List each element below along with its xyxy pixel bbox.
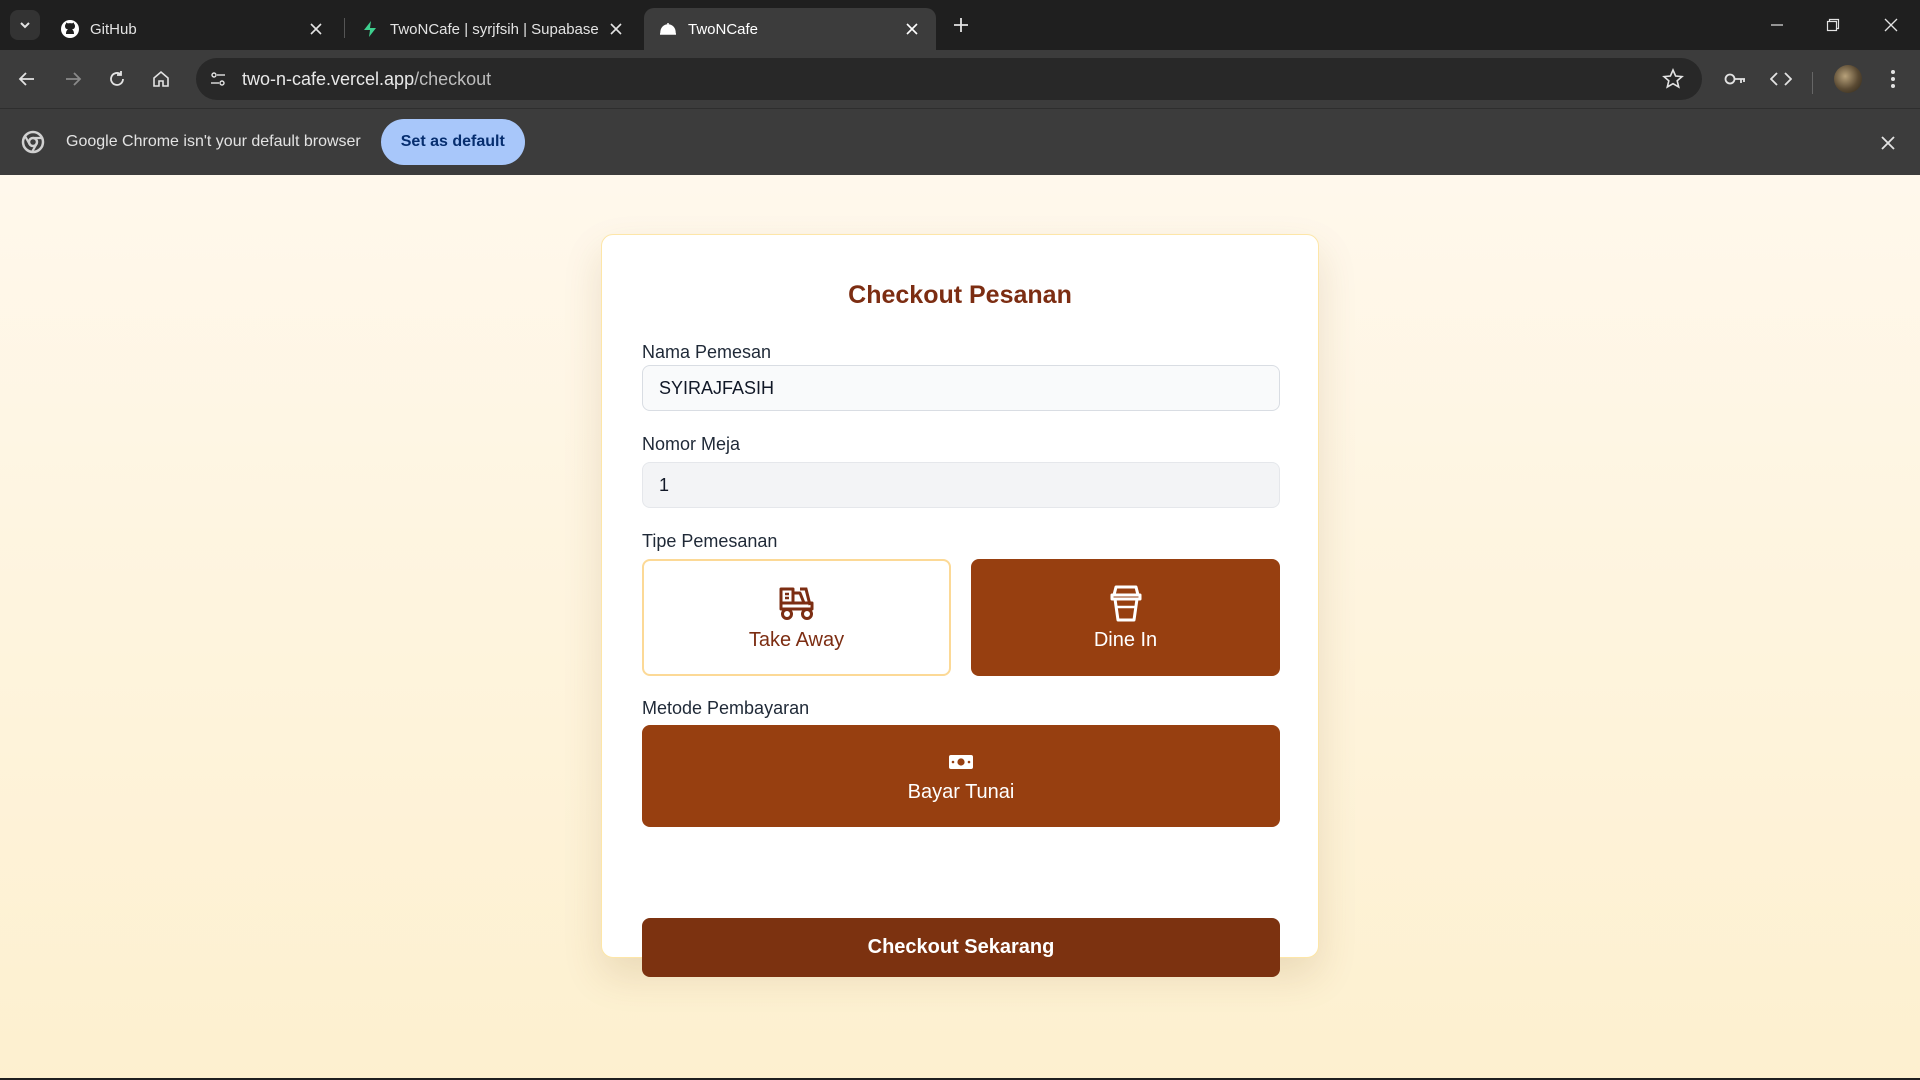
tab-label: TwoNCafe: [688, 20, 759, 38]
tab-strip: GitHub TwoNCafe | syrjfsih | Supabase Tw…: [0, 0, 1920, 50]
cash-icon: [948, 749, 974, 775]
tab-label: TwoNCafe | syrjfsih | Supabase: [390, 20, 599, 38]
bookmark-star-icon[interactable]: [1662, 67, 1684, 95]
new-tab-button[interactable]: [948, 12, 974, 38]
password-manager-button[interactable]: [1720, 64, 1750, 94]
reload-icon: [110, 71, 124, 86]
close-window-button[interactable]: [1876, 10, 1906, 40]
close-icon[interactable]: [606, 19, 626, 39]
profile-avatar[interactable]: [1834, 65, 1862, 93]
chrome-logo-icon: [20, 129, 46, 155]
home-button[interactable]: [146, 64, 176, 94]
forward-button[interactable]: [58, 64, 88, 94]
arrow-left-icon: [18, 72, 34, 86]
checkout-now-button[interactable]: Checkout Sekarang: [642, 918, 1280, 977]
browser-toolbar: two-n-cafe.vercel.app/checkout: [0, 50, 1920, 108]
default-browser-infobar: Google Chrome isn't your default browser…: [0, 108, 1920, 175]
url-path: /checkout: [414, 68, 492, 89]
restore-button[interactable]: [1818, 10, 1848, 40]
reload-button[interactable]: [102, 64, 132, 94]
site-settings-icon[interactable]: [204, 65, 232, 93]
name-input[interactable]: [642, 365, 1280, 411]
url-text: two-n-cafe.vercel.app/checkout: [242, 69, 491, 90]
dine-in-label: Dine In: [1093, 629, 1158, 651]
cloche-icon: [658, 19, 678, 39]
page-title: Checkout Pesanan: [848, 281, 1072, 309]
github-icon: [60, 19, 80, 39]
take-away-label: Take Away: [748, 629, 845, 651]
tab-search-button[interactable]: [10, 10, 40, 40]
toolbar-divider: [1812, 72, 1813, 94]
delivery-scooter-icon: [778, 583, 816, 623]
tab-label: GitHub: [90, 20, 137, 38]
chrome-menu-button[interactable]: [1878, 64, 1908, 94]
close-icon: [1884, 18, 1898, 32]
page-background: Checkout Pesanan Nama Pemesan Nomor Meja…: [0, 175, 1920, 1080]
payment-method-label: Metode Pembayaran: [642, 698, 810, 718]
tab-twoncafe[interactable]: TwoNCafe: [644, 8, 936, 50]
cash-payment-label: Bayar Tunai: [907, 780, 1015, 803]
arrow-right-icon: [66, 72, 82, 86]
more-vert-icon: [1891, 70, 1895, 88]
close-icon[interactable]: [306, 19, 326, 39]
tab-github[interactable]: GitHub: [46, 8, 340, 50]
plus-icon: [954, 18, 968, 32]
table-number-input[interactable]: [642, 462, 1280, 508]
chevron-down-icon: [20, 22, 30, 29]
dine-in-option[interactable]: Dine In: [971, 559, 1280, 676]
home-icon: [153, 70, 169, 87]
minimize-icon: [1771, 24, 1783, 26]
infobar-message: Google Chrome isn't your default browser: [66, 133, 361, 150]
tab-supabase[interactable]: TwoNCafe | syrjfsih | Supabase: [346, 8, 640, 50]
code-icon: [1770, 72, 1792, 86]
key-icon: [1724, 73, 1745, 85]
cash-payment-option[interactable]: Bayar Tunai: [642, 725, 1280, 827]
checkout-card: Checkout Pesanan Nama Pemesan Nomor Meja…: [601, 234, 1319, 977]
minimize-button[interactable]: [1762, 10, 1792, 40]
order-type-label: Tipe Pemesanan: [642, 531, 778, 551]
address-bar[interactable]: two-n-cafe.vercel.app/checkout: [196, 58, 1702, 100]
take-away-option[interactable]: Take Away: [642, 559, 951, 676]
devtools-button[interactable]: [1766, 64, 1796, 94]
supabase-icon: [360, 19, 380, 39]
back-button[interactable]: [12, 64, 42, 94]
name-label: Nama Pemesan: [642, 342, 772, 362]
url-host: two-n-cafe.vercel.app: [242, 68, 415, 89]
cup-icon: [1108, 583, 1144, 623]
restore-icon: [1826, 18, 1840, 32]
tab-divider: [344, 18, 345, 38]
close-icon[interactable]: [1876, 131, 1900, 155]
set-default-button[interactable]: Set as default: [380, 119, 525, 165]
close-icon[interactable]: [902, 19, 922, 39]
table-number-label: Nomor Meja: [642, 434, 741, 454]
